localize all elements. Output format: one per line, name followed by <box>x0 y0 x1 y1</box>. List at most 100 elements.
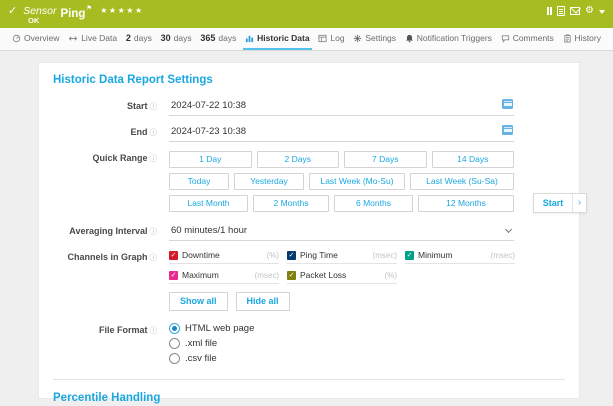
file-format-option-label: .xml file <box>185 338 217 349</box>
quick-range-1-day[interactable]: 1 Day <box>169 151 252 168</box>
channel-unit: (%) <box>385 271 397 280</box>
file-format-option-label: .csv file <box>185 353 217 364</box>
tab-live-data[interactable]: Live Data <box>66 28 119 50</box>
report-icon[interactable] <box>557 6 565 16</box>
channel-checkbox-packet-loss[interactable]: ✓ <box>287 271 296 280</box>
file-format-option-label: HTML web page <box>185 323 254 334</box>
tab-label: Live Data <box>81 33 117 43</box>
tab-history[interactable]: History <box>561 28 603 50</box>
priority-stars[interactable]: ★★★★★ <box>100 6 143 15</box>
tab-comments[interactable]: Comments <box>499 28 556 50</box>
tab-settings[interactable]: Settings <box>351 28 398 50</box>
gear-icon[interactable]: ⚙ <box>585 5 594 16</box>
sensor-header: ✓ Sensor Ping⚑ ★★★★★ OK ⚙ <box>0 0 613 28</box>
tab-log[interactable]: Log <box>316 28 346 50</box>
tab-2-days[interactable]: 2 days <box>124 28 154 50</box>
channel-unit: (msec) <box>373 251 397 260</box>
tab-label: days <box>218 33 236 43</box>
quick-range-last-month[interactable]: Last Month <box>169 195 248 212</box>
quick-range-12-months[interactable]: 12 Months <box>418 195 514 212</box>
email-icon[interactable] <box>570 7 580 15</box>
tab-365-days[interactable]: 365 days <box>198 28 238 50</box>
settings-card: Historic Data Report Settings Startⓘ 202… <box>38 62 580 399</box>
tab-30-days[interactable]: 30 days <box>159 28 194 50</box>
quick-range-last-week-mo-su[interactable]: Last Week (Mo-Su) <box>309 173 405 190</box>
file-format-option-xml-file: .xml file <box>169 338 514 349</box>
start-label: Start <box>127 101 148 111</box>
gear-icon <box>353 34 362 43</box>
tab-label: days <box>174 33 192 43</box>
end-input[interactable]: 2024-07-23 10:38 <box>169 125 514 142</box>
end-row: Endⓘ 2024-07-23 10:38 <box>53 125 565 142</box>
tab-label: History <box>575 33 601 43</box>
log-icon <box>318 34 327 43</box>
quick-range-14-days[interactable]: 14 Days <box>432 151 515 168</box>
start-input[interactable]: 2024-07-22 10:38 <box>169 99 514 116</box>
chevron-right-icon[interactable]: › <box>572 194 586 212</box>
quick-range-2-months[interactable]: 2 Months <box>253 195 329 212</box>
pause-icon[interactable] <box>547 7 553 15</box>
calendar-icon[interactable] <box>502 125 513 135</box>
quick-range-today[interactable]: Today <box>169 173 229 190</box>
file-format-radio-html-web-page[interactable] <box>169 323 180 334</box>
sensor-name: Ping <box>61 8 86 20</box>
info-icon[interactable]: ⓘ <box>150 102 158 111</box>
channel-checkbox-minimum[interactable]: ✓ <box>405 251 414 260</box>
tab-historic-data[interactable]: Historic Data <box>243 28 311 50</box>
quick-range-2-days[interactable]: 2 Days <box>257 151 340 168</box>
file-format-row: File Formatⓘ HTML web page .xml file .csv … <box>53 323 565 368</box>
main-area: Historic Data Report Settings Startⓘ 202… <box>0 52 613 406</box>
info-icon[interactable]: ⓘ <box>150 253 158 262</box>
channel-maximum: ✓Maximum(msec) <box>169 270 279 284</box>
tab-notification-triggers[interactable]: Notification Triggers <box>403 28 494 50</box>
averaging-interval-row: Averaging Intervalⓘ 60 minutes/1 hour <box>53 224 565 241</box>
quick-range-row-1: 1 Day 2 Days7 Days 14 Days <box>169 151 514 168</box>
channel-unit: (msec) <box>491 251 515 260</box>
caret-down-icon[interactable] <box>599 10 605 14</box>
info-icon[interactable]: ⓘ <box>150 128 158 137</box>
quick-range-last-week-su-sa[interactable]: Last Week (Su-Sa) <box>410 173 514 190</box>
quick-range-7-days[interactable]: 7 Days <box>344 151 427 168</box>
calendar-icon[interactable] <box>502 99 513 109</box>
tab-label: Historic Data <box>257 33 309 43</box>
channel-label: Ping Time <box>300 250 338 260</box>
tab-strong-text: 365 <box>200 33 215 43</box>
averaging-interval-label: Averaging Interval <box>69 226 147 236</box>
channel-label: Downtime <box>182 250 220 260</box>
info-icon[interactable]: ⓘ <box>150 154 158 163</box>
priority-flag-icon: ⚑ <box>86 5 92 12</box>
file-format-radio-csv-file[interactable] <box>169 353 180 364</box>
file-format-label: File Format <box>99 325 148 335</box>
file-format-option-html-web-page: HTML web page <box>169 323 514 334</box>
gauge-icon <box>12 34 21 43</box>
tab-strong-text: 2 <box>126 33 131 43</box>
start-button[interactable]: Start <box>534 194 572 212</box>
bell-icon <box>405 34 414 43</box>
section-title-percentile: Percentile Handling <box>53 392 565 404</box>
quick-range-6-months[interactable]: 6 Months <box>334 195 413 212</box>
section-divider <box>53 379 565 380</box>
info-icon[interactable]: ⓘ <box>150 227 158 236</box>
comment-icon <box>501 34 510 43</box>
info-icon[interactable]: ⓘ <box>150 326 158 335</box>
tab-overview[interactable]: Overview <box>10 28 61 50</box>
chart-icon <box>245 34 254 43</box>
tab-bar: OverviewLive Data2 days30 days365 daysHi… <box>0 28 613 51</box>
end-value: 2024-07-23 10:38 <box>171 126 246 137</box>
hide-all-button[interactable]: Hide all <box>236 292 290 311</box>
channel-checkbox-downtime[interactable]: ✓ <box>169 251 178 260</box>
channel-checkbox-ping-time[interactable]: ✓ <box>287 251 296 260</box>
start-button-group: Start › <box>533 193 587 213</box>
channel-packet-loss: ✓Packet Loss(%) <box>287 270 397 284</box>
show-all-button[interactable]: Show all <box>169 292 228 311</box>
averaging-interval-select[interactable]: 60 minutes/1 hour <box>169 224 514 241</box>
status-badge: OK <box>28 16 39 25</box>
file-format-radio-xml-file[interactable] <box>169 338 180 349</box>
channels-row: Channels in Graphⓘ ✓Downtime(%)✓Ping Tim… <box>53 250 565 311</box>
start-value: 2024-07-22 10:38 <box>171 100 246 111</box>
quick-range-yesterday[interactable]: Yesterday <box>234 173 304 190</box>
channel-ping-time: ✓ Ping Time (msec) <box>287 250 397 264</box>
channel-checkbox-maximum[interactable]: ✓ <box>169 271 178 280</box>
tab-label: Log <box>330 33 344 43</box>
chevron-down-icon <box>505 226 512 233</box>
